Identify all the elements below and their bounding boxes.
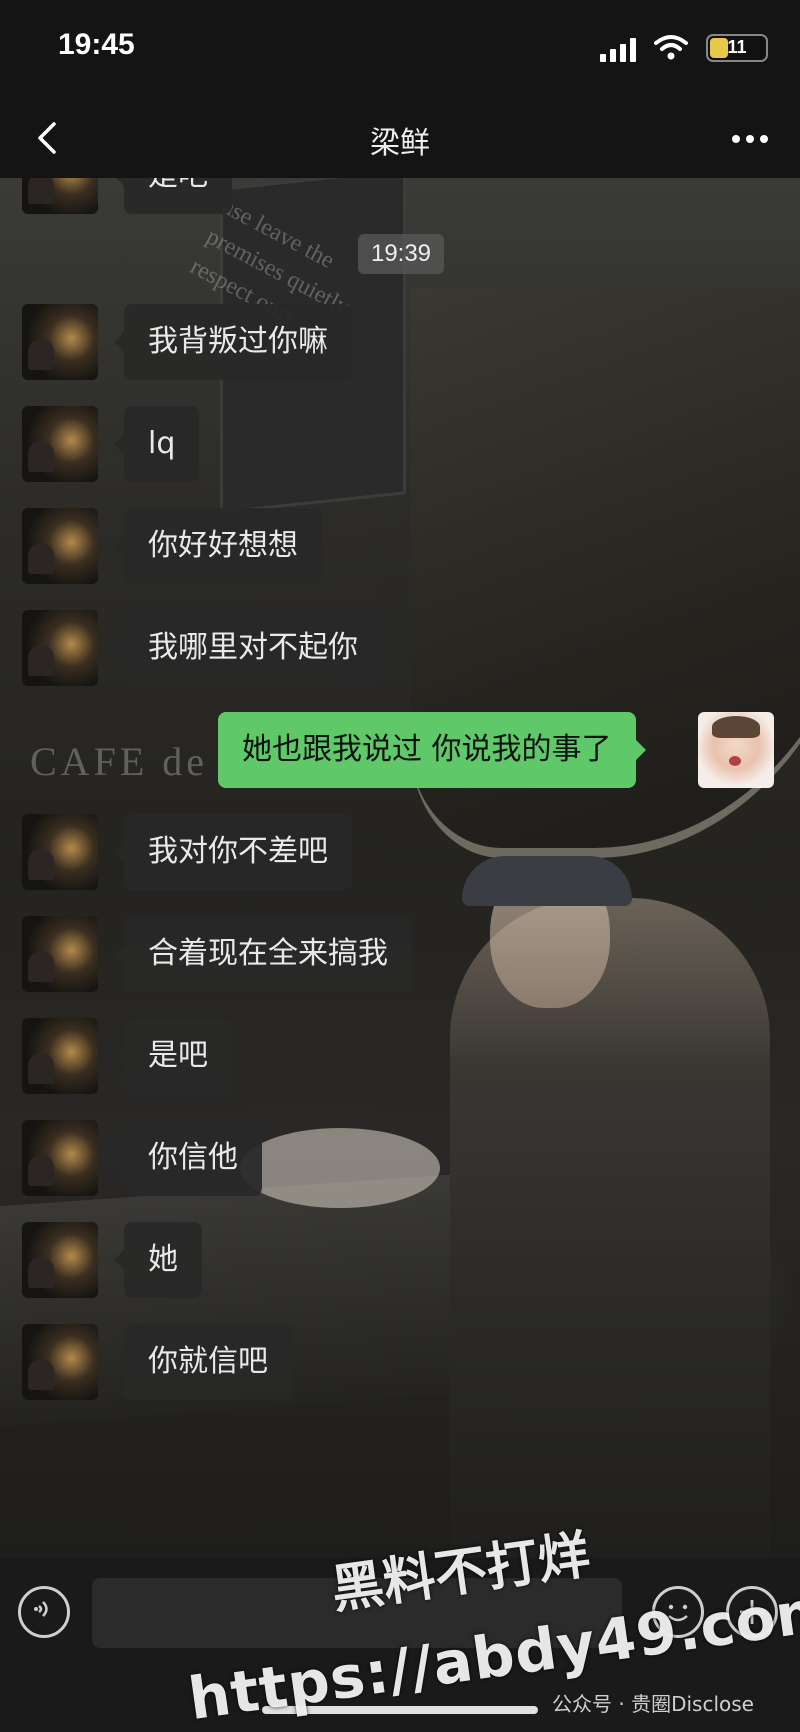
background-person [450,898,770,1558]
contact-avatar[interactable] [22,610,98,686]
self-avatar[interactable] [698,712,774,788]
message-bubble[interactable]: 我哪里对不起你 [114,610,382,686]
chat-title: 梁鲜 [370,126,430,161]
wifi-icon [654,35,688,60]
message-timestamp: 19:39 [358,234,444,274]
chat-area[interactable]: ase leave the premises quietly respect o… [0,178,800,1558]
message-bubble[interactable]: 你好好想想 [114,508,322,584]
message-bubble[interactable]: 她 [114,1222,202,1298]
message-bubble[interactable]: lq [113,406,200,482]
message-bubble[interactable]: 你就信吧 [114,1324,292,1400]
battery-icon: 11 [706,34,768,62]
message-bubble[interactable]: 你信他 [114,1120,262,1196]
contact-avatar[interactable] [22,508,98,584]
background-cap [462,856,632,906]
voice-icon[interactable] [18,1586,70,1638]
contact-avatar[interactable] [22,178,98,214]
status-time: 19:45 [58,28,135,61]
contact-avatar[interactable] [22,406,98,482]
signal-icon [600,38,638,62]
message-bubble-self[interactable]: 她也跟我说过 你说我的事了 [218,712,646,788]
contact-avatar[interactable] [22,1018,98,1094]
watermark-source: 公众号 · 贵圈Disclose [552,1692,754,1716]
message-bubble[interactable]: 我背叛过你嘛 [114,304,352,380]
phone-screen: 19:45 11 梁鲜 ase leave the premises quiet… [0,0,800,1732]
background-plate [240,1128,440,1208]
nav-bar: 梁鲜 [0,100,800,178]
contact-avatar[interactable] [22,1120,98,1196]
message-bubble[interactable]: 我对你不差吧 [114,814,352,890]
message-bubble[interactable]: 是吧 [114,1018,232,1094]
battery-percent: 11 [727,37,747,57]
contact-avatar[interactable] [22,814,98,890]
message-bubble[interactable]: 合着现在全来搞我 [114,916,412,992]
contact-avatar[interactable] [22,304,98,380]
ellipsis-icon[interactable] [730,124,770,154]
contact-avatar[interactable] [22,916,98,992]
status-bar: 19:45 11 [0,0,800,100]
contact-avatar[interactable] [22,1324,98,1400]
contact-avatar[interactable] [22,1222,98,1298]
message-bubble[interactable]: 是吧 [114,178,232,214]
